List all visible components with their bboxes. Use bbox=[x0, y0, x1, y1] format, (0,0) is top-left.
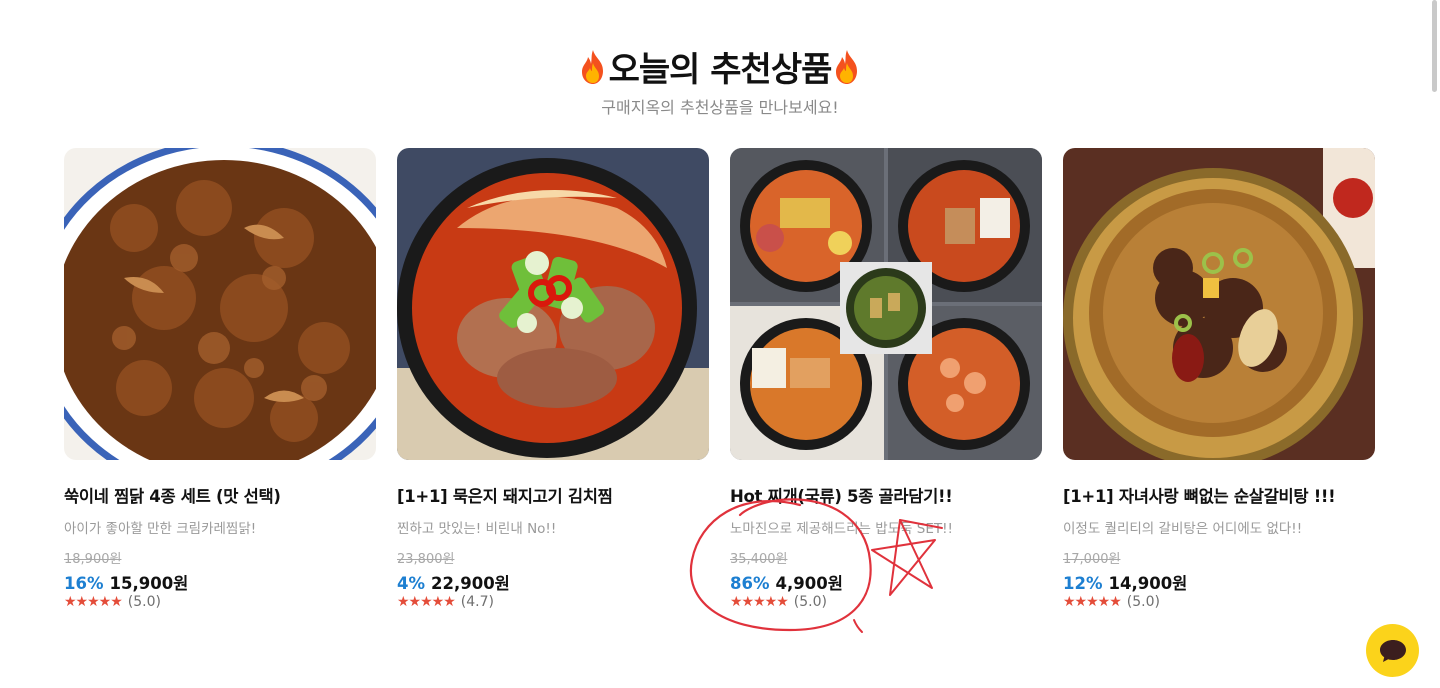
rating-score: (5.0) bbox=[127, 594, 161, 610]
product-price: 4,900원 bbox=[775, 574, 843, 593]
product-list: 쑥이네 찜닭 4종 세트 (맛 선택) 아이가 좋아할 만한 크림카레찜닭! 1… bbox=[64, 148, 1376, 618]
chat-bubble-icon bbox=[1379, 639, 1406, 662]
product-description: 노마진으로 제공해드리는 밥도둑 SET!! bbox=[730, 521, 953, 537]
product-original-price: 23,800원 bbox=[397, 552, 455, 567]
product-price-row: 86% 4,900원 bbox=[730, 570, 843, 594]
product-description: 찐하고 맛있는! 비린내 No!! bbox=[397, 521, 557, 537]
product-price: 14,900원 bbox=[1108, 574, 1188, 593]
section-title-text: 오늘의 추천상품 bbox=[608, 50, 833, 90]
product-rating: ★★★★★ (5.0) bbox=[1063, 594, 1160, 610]
product-price: 22,900원 bbox=[431, 574, 510, 593]
rating-score: (5.0) bbox=[1126, 594, 1160, 610]
product-rating: ★★★★★ (4.7) bbox=[397, 594, 494, 610]
product-discount: 16% bbox=[64, 574, 104, 593]
product-image[interactable] bbox=[1063, 148, 1375, 460]
product-name[interactable]: [1+1] 자녀사랑 뼈없는 순살갈비탕 !!! bbox=[1063, 483, 1336, 507]
product-rating: ★★★★★ (5.0) bbox=[64, 594, 161, 610]
product-card[interactable]: [1+1] 자녀사랑 뼈없는 순살갈비탕 !!! 이정도 퀄리티의 갈비탕은 어… bbox=[1063, 148, 1375, 618]
section-subtitle: 구매지옥의 추천상품을 만나보세요! bbox=[601, 98, 839, 117]
rating-score: (4.7) bbox=[460, 594, 494, 610]
star-icons: ★★★★★ bbox=[397, 594, 456, 610]
product-rating: ★★★★★ (5.0) bbox=[730, 594, 827, 610]
product-price-row: 4% 22,900원 bbox=[397, 570, 510, 594]
chat-button[interactable] bbox=[1366, 624, 1419, 677]
product-price-row: 16% 15,900원 bbox=[64, 570, 188, 594]
rating-score: (5.0) bbox=[793, 594, 827, 610]
product-name[interactable]: Hot 찌개(국류) 5종 골라담기!! bbox=[730, 483, 953, 507]
product-discount: 4% bbox=[397, 574, 426, 593]
fire-icon bbox=[581, 50, 603, 84]
product-name[interactable]: [1+1] 묵은지 돼지고기 김치찜 bbox=[397, 483, 613, 507]
section-title: 오늘의 추천상품 bbox=[0, 42, 1440, 91]
product-discount: 86% bbox=[730, 574, 770, 593]
product-original-price: 18,900원 bbox=[64, 552, 122, 567]
product-original-price: 17,000원 bbox=[1063, 552, 1121, 567]
product-price: 15,900원 bbox=[109, 574, 189, 593]
product-discount: 12% bbox=[1063, 574, 1103, 593]
product-card[interactable]: 쑥이네 찜닭 4종 세트 (맛 선택) 아이가 좋아할 만한 크림카레찜닭! 1… bbox=[64, 148, 376, 618]
star-icons: ★★★★★ bbox=[1063, 594, 1122, 610]
product-image[interactable] bbox=[64, 148, 376, 460]
product-card[interactable]: [1+1] 묵은지 돼지고기 김치찜 찐하고 맛있는! 비린내 No!! 23,… bbox=[397, 148, 709, 618]
product-description: 이정도 퀄리티의 갈비탕은 어디에도 없다!! bbox=[1063, 521, 1303, 537]
fire-icon bbox=[836, 50, 858, 84]
product-name[interactable]: 쑥이네 찜닭 4종 세트 (맛 선택) bbox=[64, 483, 281, 507]
product-image[interactable] bbox=[730, 148, 1042, 460]
product-original-price: 35,400원 bbox=[730, 552, 788, 567]
product-card[interactable]: Hot 찌개(국류) 5종 골라담기!! 노마진으로 제공해드리는 밥도둑 SE… bbox=[730, 148, 1042, 618]
star-icons: ★★★★★ bbox=[730, 594, 789, 610]
product-image[interactable] bbox=[397, 148, 709, 460]
product-description: 아이가 좋아할 만한 크림카레찜닭! bbox=[64, 521, 257, 537]
star-icons: ★★★★★ bbox=[64, 594, 123, 610]
product-price-row: 12% 14,900원 bbox=[1063, 570, 1187, 594]
